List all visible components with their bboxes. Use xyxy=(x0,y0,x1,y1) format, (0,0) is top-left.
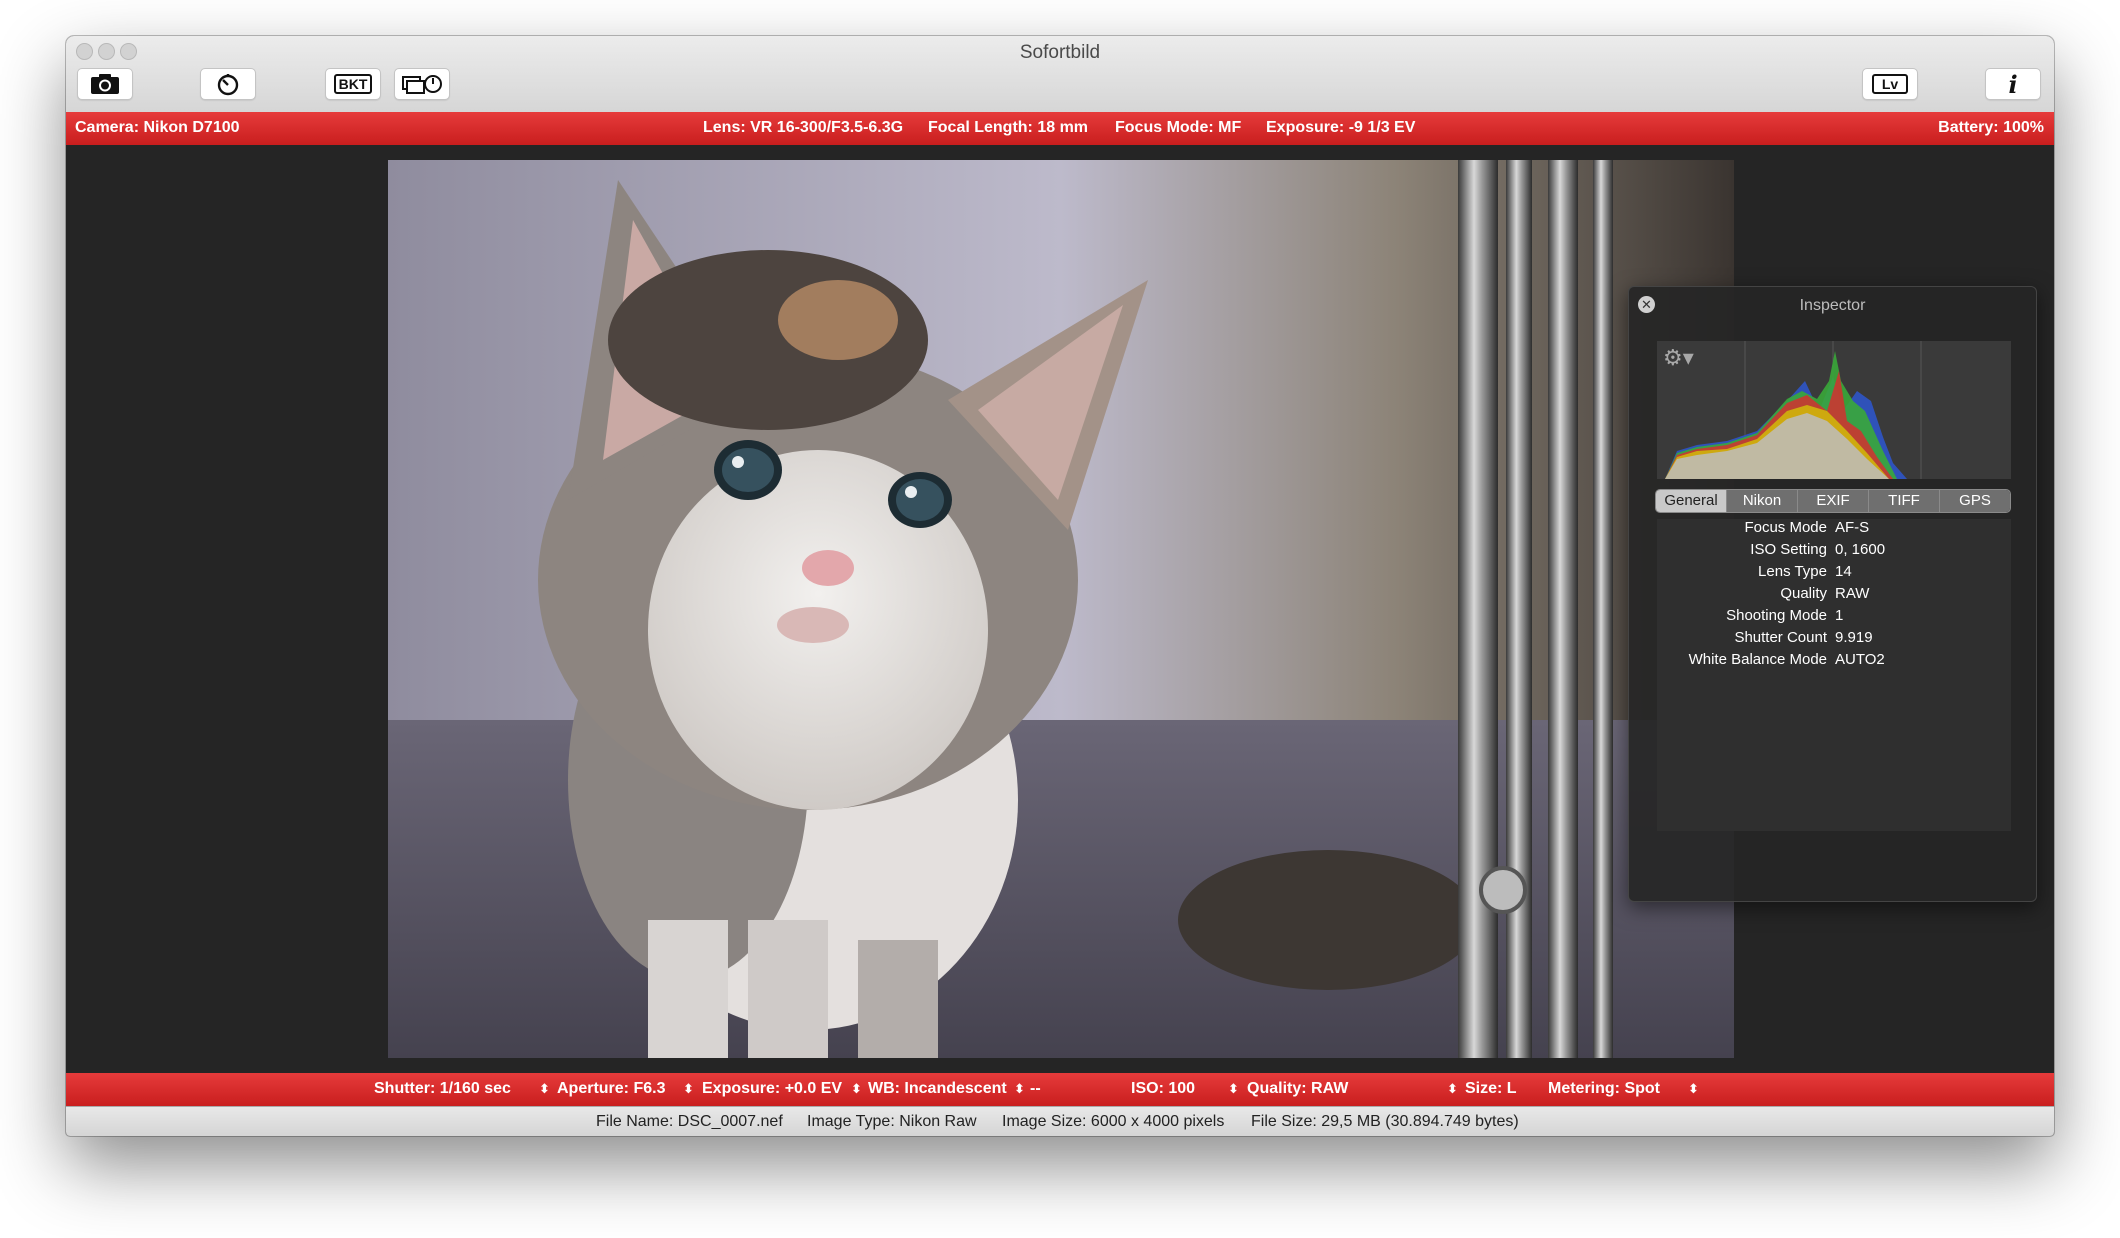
quality-stepper[interactable]: ⬍ xyxy=(1447,1081,1458,1097)
camera-controls-bar: Shutter: 1/160 sec ⬍ Aperture: F6.3 ⬍ Ex… xyxy=(66,1073,2054,1106)
info-icon: i xyxy=(2008,69,2018,99)
iso-value: ISO: 100 xyxy=(1131,1080,1196,1097)
app-window: Sofortbild BKT Lv i Camera: Nikon D7100 … xyxy=(66,36,2054,1136)
property-row: Quality RAW xyxy=(1657,585,2011,607)
file-name: File Name: DSC_0007.nef xyxy=(596,1113,783,1130)
aperture-value: Aperture: F6.3 xyxy=(557,1080,666,1097)
property-key: ISO Setting xyxy=(1750,541,1827,558)
window-title: Sofortbild xyxy=(1019,42,1101,63)
image-size: Image Size: 6000 x 4000 pixels xyxy=(1002,1113,1225,1130)
battery-level: Battery: 100% xyxy=(1938,119,2044,136)
title-bar: Sofortbild BKT Lv i xyxy=(66,36,2054,113)
aperture-stepper[interactable]: ⬍ xyxy=(683,1081,694,1097)
capture-button[interactable] xyxy=(77,68,133,100)
timelapse-icon xyxy=(402,75,442,94)
exposure-readout: Exposure: -9 1/3 EV xyxy=(1266,119,1416,136)
property-row: Shutter Count 9.919 xyxy=(1657,629,2011,651)
shutter-value: Shutter: 1/160 sec xyxy=(374,1080,511,1097)
property-key: White Balance Mode xyxy=(1688,651,1827,668)
focus-mode: Focus Mode: MF xyxy=(1115,119,1242,136)
focal-length: Focal Length: 18 mm xyxy=(928,119,1089,136)
inspector-panel: ✕ Inspector ⚙▾ General Nikon EXIF TIFF G… xyxy=(1628,286,2037,902)
metering-value: Metering: Spot xyxy=(1548,1080,1660,1097)
property-row: Shooting Mode 1 xyxy=(1657,607,2011,629)
lens-info: Lens: VR 16-300/F3.5-6.3G xyxy=(703,119,904,136)
camera-status-bar: Camera: Nikon D7100 Lens: VR 16-300/F3.5… xyxy=(66,112,2054,145)
property-key: Shutter Count xyxy=(1734,629,1827,646)
liveview-icon: Lv xyxy=(1871,74,1909,94)
property-value: 0, 1600 xyxy=(1835,541,1886,558)
exposure-compensation-value: Exposure: +0.0 EV xyxy=(702,1080,843,1097)
white-balance-extra: -- xyxy=(1030,1080,1041,1097)
property-value: RAW xyxy=(1835,585,1870,602)
liveview-button[interactable]: Lv xyxy=(1862,68,1918,100)
image-size-value: Size: L xyxy=(1465,1080,1517,1097)
property-key: Shooting Mode xyxy=(1726,607,1827,624)
bracketing-icon: BKT xyxy=(333,74,373,94)
image-type: Image Type: Nikon Raw xyxy=(807,1113,977,1130)
tab-gps[interactable]: GPS xyxy=(1939,490,2010,512)
shutter-stepper[interactable]: ⬍ xyxy=(539,1081,550,1097)
timelapse-button[interactable] xyxy=(394,68,450,100)
property-key: Focus Mode xyxy=(1744,519,1827,536)
tab-general[interactable]: General xyxy=(1656,490,1726,512)
property-key: Quality xyxy=(1780,585,1827,602)
property-list: Focus Mode AF-S ISO Setting 0, 1600 Lens T… xyxy=(1657,519,2011,831)
gear-icon[interactable]: ⚙▾ xyxy=(1663,345,1694,371)
exposure-stepper[interactable]: ⬍ xyxy=(851,1081,862,1097)
property-row: ISO Setting 0, 1600 xyxy=(1657,541,2011,563)
camera-icon xyxy=(91,74,119,94)
property-row: White Balance Mode AUTO2 xyxy=(1657,651,2011,673)
tab-tiff[interactable]: TIFF xyxy=(1868,490,1939,512)
camera-model: Camera: Nikon D7100 xyxy=(75,119,240,136)
histogram: ⚙▾ xyxy=(1657,341,2011,479)
property-value: AUTO2 xyxy=(1835,651,1885,668)
inspector-title: Inspector xyxy=(1799,297,1866,314)
file-info-bar: File Name: DSC_0007.nef Image Type: Niko… xyxy=(66,1106,2054,1136)
property-value: 9.919 xyxy=(1835,629,1873,646)
property-row: Focus Mode AF-S xyxy=(1657,519,2011,541)
tab-nikon[interactable]: Nikon xyxy=(1726,490,1797,512)
bracketing-button[interactable]: BKT xyxy=(325,68,381,100)
property-value: 1 xyxy=(1835,607,1844,624)
property-key: Lens Type xyxy=(1758,563,1827,580)
tab-exif[interactable]: EXIF xyxy=(1797,490,1868,512)
iso-stepper[interactable]: ⬍ xyxy=(1228,1081,1239,1097)
photo-preview[interactable] xyxy=(388,160,1734,1058)
self-timer-button[interactable] xyxy=(200,68,256,100)
white-balance-stepper[interactable]: ⬍ xyxy=(1014,1081,1025,1097)
property-value: AF-S xyxy=(1835,519,1870,536)
quality-value: Quality: RAW xyxy=(1247,1080,1349,1097)
info-button[interactable]: i xyxy=(1985,68,2041,100)
white-balance-value: WB: Incandescent xyxy=(868,1080,1007,1097)
inspector-tabs: General Nikon EXIF TIFF GPS xyxy=(1655,489,2011,513)
property-value: 14 xyxy=(1835,563,1852,580)
metering-stepper[interactable]: ⬍ xyxy=(1688,1081,1699,1097)
file-size: File Size: 29,5 MB (30.894.749 bytes) xyxy=(1251,1113,1519,1130)
self-timer-icon xyxy=(217,74,239,96)
property-row: Lens Type 14 xyxy=(1657,563,2011,585)
